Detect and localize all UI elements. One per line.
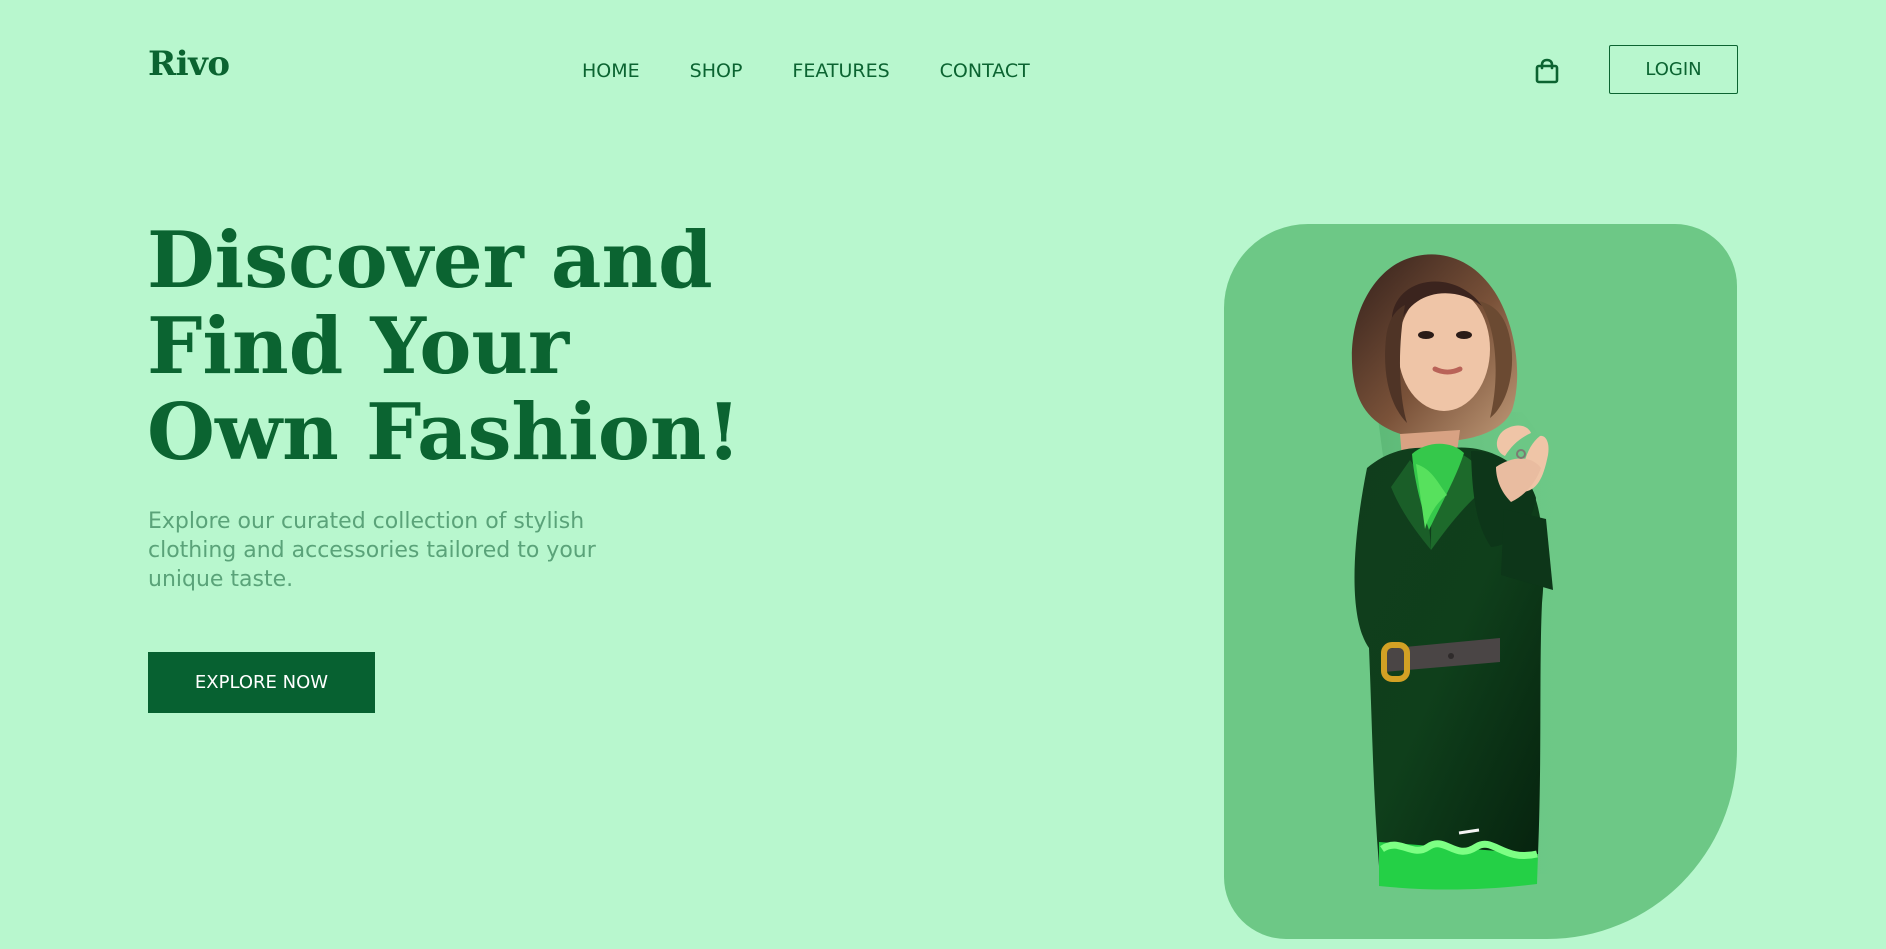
nav-shop[interactable]: SHOP (690, 60, 743, 82)
hero-title: Discover and Find Your Own Fashion! (147, 218, 907, 476)
shopping-bag-icon-svg (1535, 58, 1559, 84)
nav-home[interactable]: HOME (582, 60, 640, 82)
brand-logo[interactable]: Rivo (148, 44, 230, 84)
site-header: Rivo HOME SHOP FEATURES CONTACT LOGIN (0, 0, 1886, 140)
login-button[interactable]: LOGIN (1609, 45, 1738, 94)
hero-title-line-2: Find Your (147, 301, 570, 392)
nav-contact[interactable]: CONTACT (940, 60, 1030, 82)
hero-description-line-3: unique taste. (148, 567, 294, 592)
hero-description-line-2: clothing and accessories tailored to you… (148, 538, 596, 563)
nav-features[interactable]: FEATURES (792, 60, 889, 82)
fashion-model-card (1224, 224, 1737, 939)
fashion-model-image (1351, 254, 1581, 890)
shopping-bag-icon[interactable] (1532, 57, 1562, 87)
explore-now-button[interactable]: EXPLORE NOW (148, 652, 375, 713)
hero-description: Explore our curated collection of stylis… (148, 507, 638, 594)
hero-title-line-3: Own Fashion! (147, 387, 741, 478)
hero-title-line-1: Discover and (147, 215, 713, 306)
main-navigation: HOME SHOP FEATURES CONTACT (582, 60, 1030, 82)
hero-description-line-1: Explore our curated collection of stylis… (148, 509, 585, 534)
